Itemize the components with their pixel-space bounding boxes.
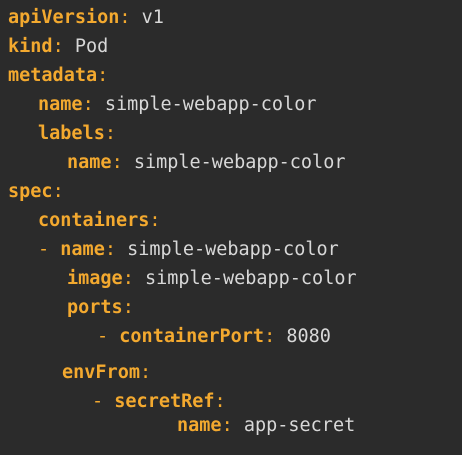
yaml-line-image: image: simple-webapp-color [67, 268, 357, 290]
yaml-colon: : [97, 65, 109, 86]
yaml-key: envFrom [62, 362, 140, 383]
yaml-key: kind [8, 36, 53, 57]
yaml-line-container-name: - name: simple-webapp-color [38, 239, 339, 261]
yaml-colon: : [52, 36, 64, 57]
yaml-key: ports [67, 297, 123, 318]
yaml-colon: : [82, 94, 94, 115]
yaml-line-apiversion: apiVersion: v1 [8, 7, 164, 29]
yaml-key: name [60, 239, 105, 260]
yaml-line-spec: spec: [8, 181, 64, 203]
yaml-line-metadata: metadata: [8, 65, 108, 87]
yaml-key: labels [38, 123, 105, 144]
yaml-key: name [67, 152, 112, 173]
yaml-key: spec [8, 181, 53, 202]
yaml-key: name [38, 94, 83, 115]
yaml-colon: : [52, 181, 64, 202]
yaml-line-ports: ports: [67, 297, 134, 319]
yaml-line-kind: kind: Pod [8, 36, 108, 58]
yaml-line-secret-name: name: app-secret [177, 415, 355, 437]
yaml-colon: : [104, 239, 116, 260]
yaml-line-labels-name: name: simple-webapp-color [67, 152, 345, 174]
yaml-list-dash: - [97, 326, 109, 347]
yaml-colon: : [221, 415, 233, 436]
yaml-colon: : [149, 210, 161, 231]
yaml-key: containers [38, 210, 150, 231]
yaml-key: name [177, 415, 222, 436]
yaml-key: apiVersion [8, 7, 120, 28]
yaml-line-metadata-name: name: simple-webapp-color [38, 94, 316, 116]
yaml-value: simple-webapp-color [127, 239, 339, 260]
yaml-key: secretRef [114, 391, 215, 412]
yaml-colon: : [119, 7, 131, 28]
yaml-colon: : [111, 152, 123, 173]
yaml-colon: : [264, 326, 276, 347]
yaml-list-dash: - [92, 391, 104, 412]
yaml-value: simple-webapp-color [144, 268, 357, 289]
yaml-line-labels: labels: [38, 123, 116, 145]
yaml-list-dash: - [38, 239, 50, 260]
yaml-line-secretref: - secretRef: [92, 391, 226, 413]
yaml-colon: : [122, 268, 134, 289]
yaml-value: app-secret [243, 415, 356, 436]
yaml-value: Pod [74, 36, 109, 57]
yaml-code-editor: apiVersion: v1 kind: Pod metadata: name:… [0, 0, 462, 455]
yaml-value: simple-webapp-color [133, 152, 346, 173]
yaml-colon: : [122, 297, 134, 318]
yaml-colon: : [214, 391, 226, 412]
yaml-value: simple-webapp-color [104, 94, 317, 115]
yaml-value: v1 [141, 7, 164, 28]
yaml-line-containers: containers: [38, 210, 161, 232]
yaml-key: containerPort [119, 326, 265, 347]
yaml-key: image [67, 268, 123, 289]
yaml-line-envfrom: envFrom: [62, 362, 151, 384]
yaml-value: 8080 [286, 326, 331, 347]
yaml-line-containerport: - containerPort: 8080 [97, 326, 331, 348]
yaml-colon: : [104, 123, 116, 144]
yaml-key: metadata [8, 65, 98, 86]
yaml-colon: : [139, 362, 152, 383]
